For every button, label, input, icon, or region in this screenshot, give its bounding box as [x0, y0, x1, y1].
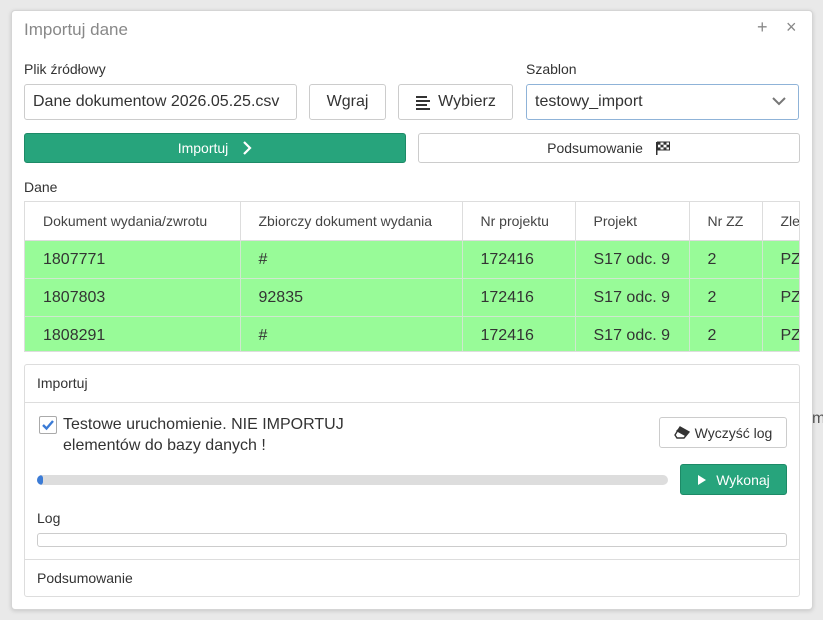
data-grid[interactable]: Dokument wydania/zwrotu Zbiorczy dokumen… — [24, 201, 800, 352]
table-cell: S17 odc. 9 — [575, 316, 690, 351]
clear-log-label: Wyczyść log — [694, 424, 773, 441]
template-label: Szablon — [526, 61, 577, 77]
table-cell: S17 odc. 9 — [575, 240, 690, 279]
test-run-checkbox[interactable] — [39, 416, 57, 434]
table-row[interactable]: 1807771 # 172416 S17 odc. 9 2 PZ — [25, 240, 799, 279]
chevron-right-icon — [243, 141, 252, 155]
source-file-field[interactable]: Dane dokumentow 2026.05.25.csv — [24, 84, 297, 120]
source-file-label: Plik źródłowy — [24, 61, 106, 77]
test-run-label-line2: elementów do bazy danych ! — [63, 437, 266, 454]
column-header[interactable]: Projekt — [575, 202, 690, 241]
upload-button[interactable]: Wgraj — [309, 84, 386, 120]
upload-button-label: Wgraj — [326, 93, 369, 110]
import-progress-bar — [37, 475, 668, 485]
table-cell: # — [240, 240, 463, 279]
table-cell: 92835 — [240, 278, 463, 317]
data-table: Dokument wydania/zwrotu Zbiorczy dokumen… — [25, 202, 799, 351]
background-text-fragment: m — [812, 410, 823, 427]
column-header[interactable]: Zbiorczy dokument wydania — [240, 202, 463, 241]
import-dialog: Importuj dane + × Plik źródłowy Dane dok… — [11, 10, 813, 610]
table-cell: S17 odc. 9 — [575, 278, 690, 317]
summary-panel-header[interactable]: Podsumowanie — [25, 559, 799, 596]
table-header-row: Dokument wydania/zwrotu Zbiorczy dokumen… — [25, 202, 799, 241]
step-summary-label: Podsumowanie — [547, 140, 643, 156]
template-selected-value: testowy_import — [535, 93, 643, 110]
choose-file-label: Wybierz — [438, 93, 496, 110]
column-header[interactable]: Dokument wydania/zwrotu — [25, 202, 241, 241]
table-cell: 1808291 — [25, 316, 241, 351]
execute-label: Wykonaj — [716, 471, 770, 488]
step-import[interactable]: Importuj — [24, 133, 406, 163]
column-header[interactable]: Nr projektu — [462, 202, 576, 241]
column-header[interactable]: Zle — [762, 202, 799, 241]
table-cell: 2 — [689, 278, 763, 317]
template-select[interactable]: testowy_import — [526, 84, 799, 120]
table-cell: 172416 — [462, 240, 576, 279]
table-cell: PZ — [762, 240, 799, 279]
table-row[interactable]: 1807803 92835 172416 S17 odc. 9 2 PZ — [25, 278, 799, 317]
dialog-title: Importuj dane — [24, 20, 128, 39]
eraser-icon — [673, 426, 690, 439]
chevron-down-icon — [772, 97, 786, 106]
table-cell: 1807803 — [25, 278, 241, 317]
table-row[interactable]: 1808291 # 172416 S17 odc. 9 2 PZ — [25, 316, 799, 351]
step-summary[interactable]: Podsumowanie — [418, 133, 800, 163]
import-panel-header: Importuj — [25, 365, 799, 403]
execute-button[interactable]: Wykonaj — [680, 464, 787, 495]
column-header[interactable]: Nr ZZ — [689, 202, 763, 241]
table-cell: 1807771 — [25, 240, 241, 279]
list-icon — [416, 95, 431, 110]
check-icon — [42, 420, 54, 431]
clear-log-button[interactable]: Wyczyść log — [659, 417, 787, 448]
log-output[interactable] — [37, 533, 787, 547]
test-run-label: Testowe uruchomienie. NIE IMPORTUJ eleme… — [63, 414, 344, 456]
table-cell: 2 — [689, 316, 763, 351]
table-cell: PZ — [762, 278, 799, 317]
maximize-icon[interactable]: + — [757, 17, 768, 38]
table-cell: PZ — [762, 316, 799, 351]
log-label: Log — [37, 510, 61, 526]
table-cell: 172416 — [462, 316, 576, 351]
close-icon[interactable]: × — [786, 17, 797, 38]
data-section-label: Dane — [24, 179, 58, 195]
table-cell: 2 — [689, 240, 763, 279]
test-run-label-line1: Testowe uruchomienie. NIE IMPORTUJ — [63, 416, 344, 433]
progress-fill — [37, 475, 44, 485]
import-panel: Importuj Testowe uruchomienie. NIE IMPOR… — [24, 364, 800, 597]
table-cell: # — [240, 316, 463, 351]
step-import-label: Importuj — [177, 140, 229, 156]
checkered-flag-icon — [655, 141, 670, 155]
choose-file-button[interactable]: Wybierz — [398, 84, 513, 120]
play-icon — [698, 474, 707, 485]
table-cell: 172416 — [462, 278, 576, 317]
